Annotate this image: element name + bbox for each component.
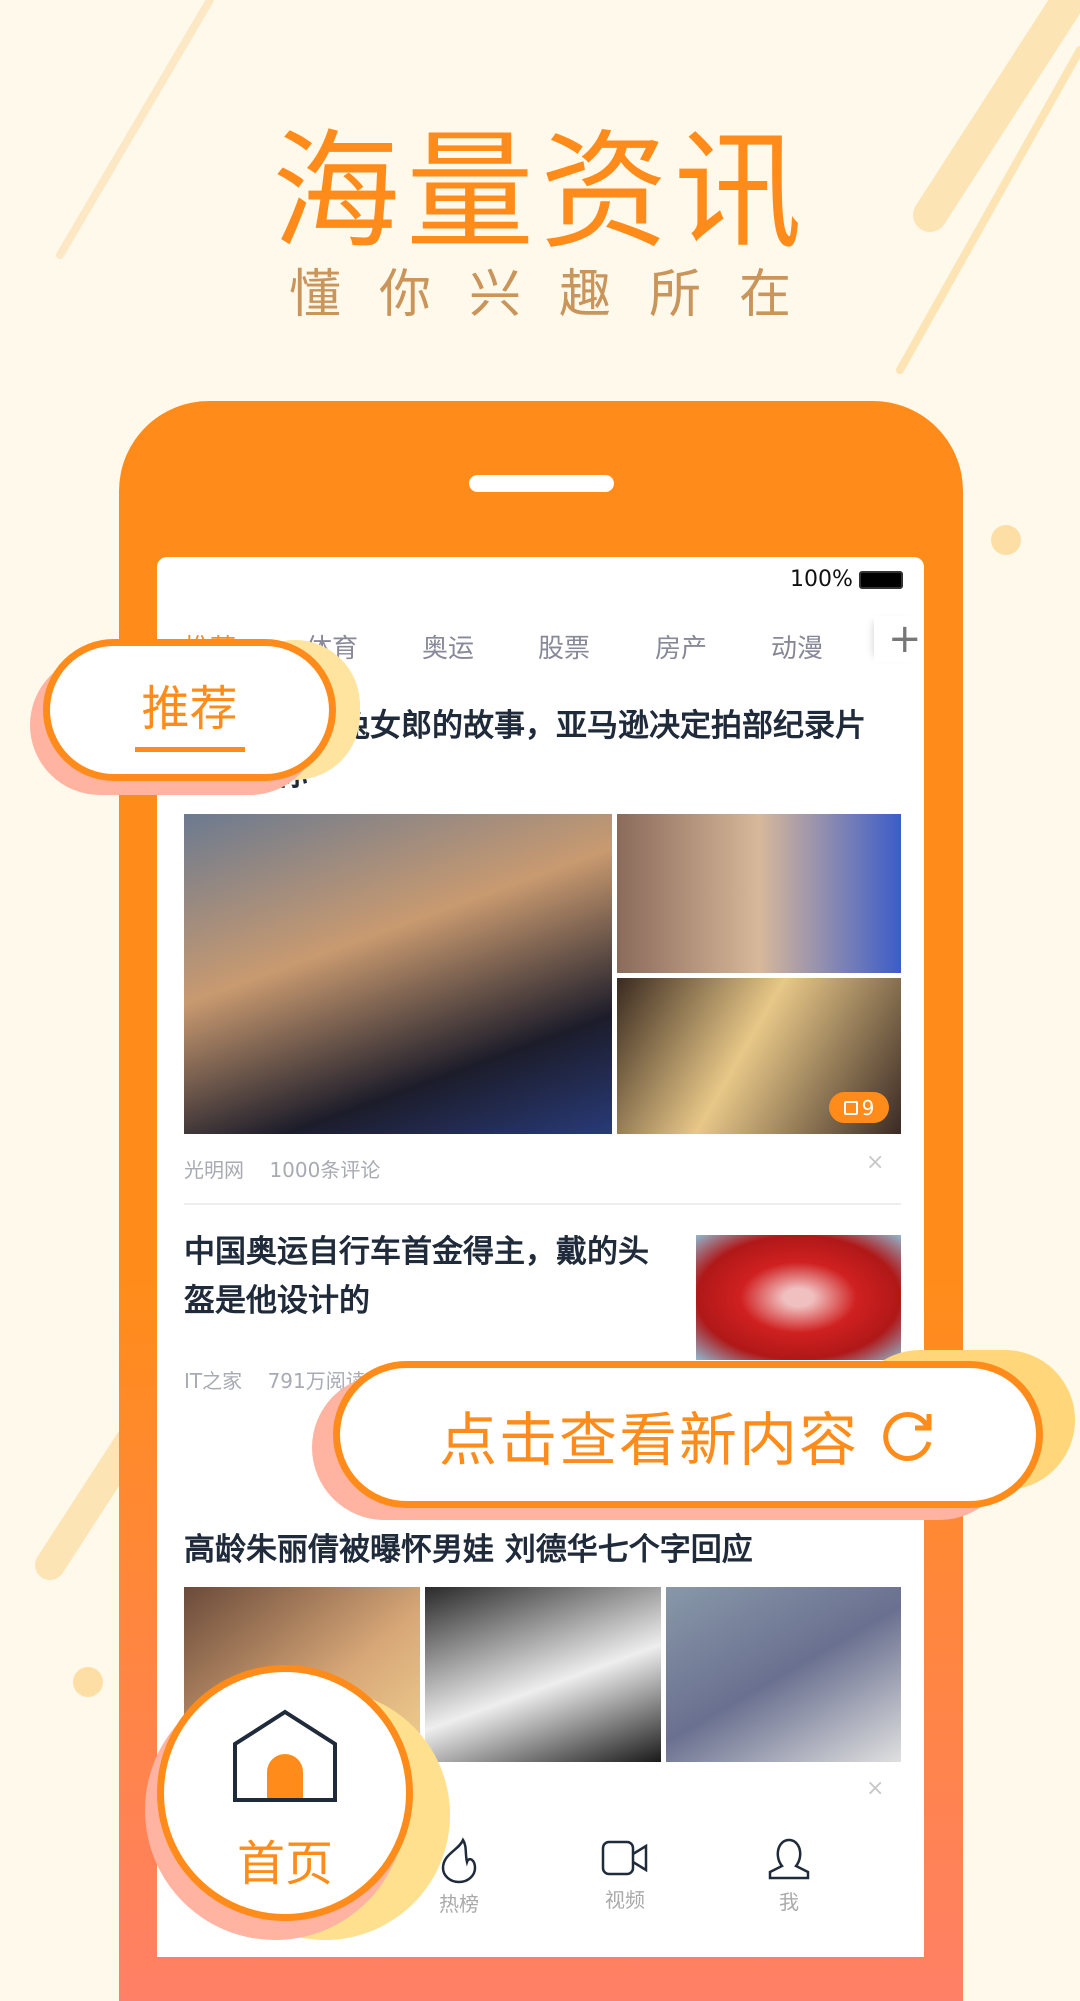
article-image[interactable] [425,1587,661,1762]
article-meta: IT之家 791万阅读 [184,1365,366,1394]
nav-me-label: 我 [779,1890,799,1914]
dismiss-article-button[interactable]: × [866,1776,884,1801]
tab-stocks[interactable]: 股票 [538,628,590,665]
add-tab-button[interactable]: + [874,616,922,662]
tab-olympics[interactable]: 奥运 [422,628,474,665]
tab-real-estate[interactable]: 房产 [655,628,707,665]
active-tab-underline [134,746,245,752]
gallery-icon [843,1100,858,1115]
hero-title: 海量资讯 [271,118,808,267]
article-title[interactable]: 中国奥运自行车首金得主，戴的头盔是他设计的 [184,1228,664,1326]
article-comments: 1000条评论 [269,1158,381,1182]
refresh-label: 点击查看新内容 [438,1405,859,1474]
home-icon [233,1709,337,1802]
callout-tab-recommend[interactable]: 推荐 [43,639,336,781]
video-camera-icon [601,1840,648,1876]
refresh-button[interactable]: 点击查看新内容 [333,1361,1043,1508]
article-image-main[interactable] [184,814,612,1134]
nav-video[interactable]: 视频 [585,1836,665,1913]
nav-video-label: 视频 [605,1888,645,1912]
hero-subtitle: 懂你兴趣所在 [288,265,829,325]
article-image[interactable] [666,1587,901,1762]
battery-icon [858,570,903,589]
phone-speaker [469,475,614,492]
article-source: 光明网 [184,1158,244,1182]
image-count-badge: 9 [829,1092,889,1123]
divider [184,1203,901,1205]
status-bar: 100% [790,567,903,592]
image-count: 9 [861,1095,875,1120]
nav-hot-label: 热榜 [439,1892,479,1916]
tab-anime[interactable]: 动漫 [771,628,823,665]
nav-me[interactable]: 我 [749,1836,829,1915]
article-meta: 光明网 1000条评论 [184,1154,380,1183]
article-source: IT之家 [184,1369,243,1393]
battery-text: 100% [790,567,853,592]
article-image[interactable] [696,1235,901,1360]
nav-home[interactable]: 首页 [157,1665,413,1921]
article-title[interactable]: 高龄朱丽倩被曝怀男娃 刘德华七个字回应 [184,1526,901,1575]
refresh-icon [883,1411,932,1461]
user-icon [768,1838,810,1880]
dismiss-article-button[interactable]: × [866,1150,884,1175]
nav-home-label: 首页 [236,1836,333,1892]
callout-label: 推荐 [141,680,238,737]
article-image-top-right[interactable] [617,814,901,973]
